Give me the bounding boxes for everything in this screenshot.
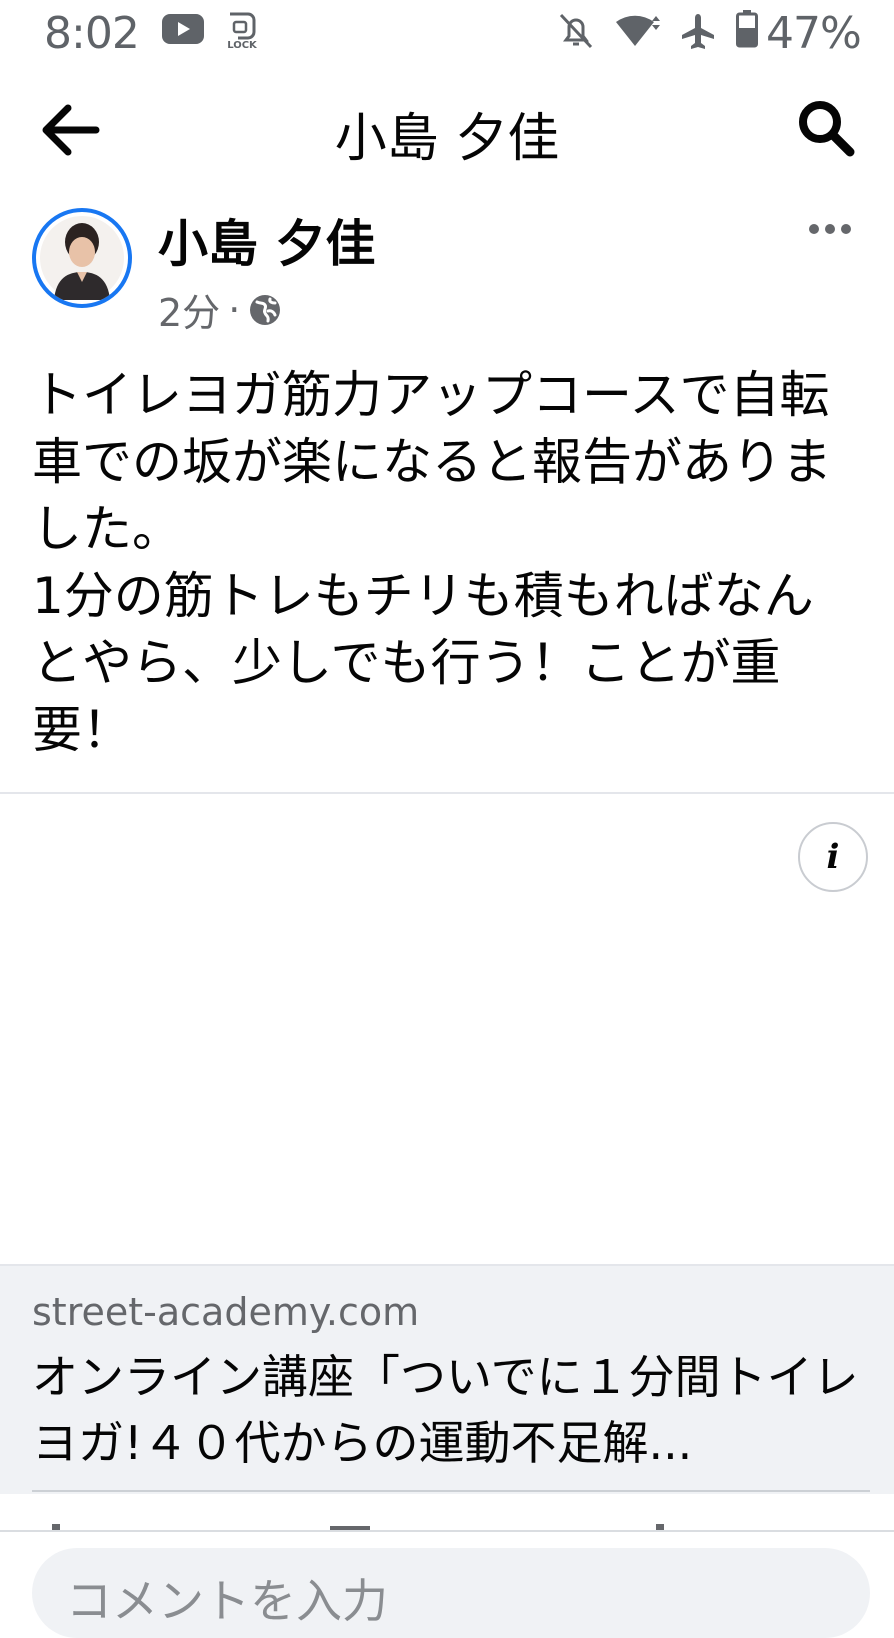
battery-percentage: 47% (766, 8, 862, 59)
link-domain: street-academy.com (32, 1290, 420, 1334)
comment-input[interactable] (32, 1548, 870, 1638)
more-horizontal-icon[interactable] (806, 214, 854, 244)
divider (32, 1490, 870, 1492)
search-icon[interactable] (796, 98, 856, 158)
post-author-name[interactable]: 小島 夕佳 (158, 204, 375, 276)
status-time: 8:02 (44, 8, 140, 59)
avatar[interactable] (32, 208, 132, 308)
lock-icon: LOCK (227, 12, 258, 50)
info-button[interactable]: i (798, 822, 868, 892)
post-body: トイレヨガ筋力アップコースで自転車での坂が楽になると報告がありました。 1分の筋… (32, 362, 862, 764)
link-title[interactable]: オンライン講座「ついでに１分間トイレヨガ!４０代からの運動不足解... (32, 1344, 868, 1476)
post-text-line: トイレヨガ筋力アップコースで自転車での坂が楽になると報告がありました。 (32, 366, 832, 558)
airplane-icon (682, 14, 714, 49)
youtube-icon (162, 14, 204, 44)
meta-separator: · (228, 287, 241, 332)
avatar-photo (40, 216, 124, 300)
globe-icon (250, 294, 281, 325)
notifications-off-icon (559, 13, 593, 49)
svg-text:LOCK: LOCK (227, 40, 258, 50)
divider (0, 792, 894, 794)
post-time[interactable]: 2分 (158, 282, 220, 337)
page-title: 小島 夕佳 (334, 109, 560, 169)
post-text-line: 1分の筋トレもチリも積もればなんとやら、少しでも行う！ことが重要！ (32, 567, 814, 759)
wifi-icon (616, 15, 660, 46)
post-meta: 2分 · (158, 282, 282, 337)
battery-icon (736, 10, 758, 48)
